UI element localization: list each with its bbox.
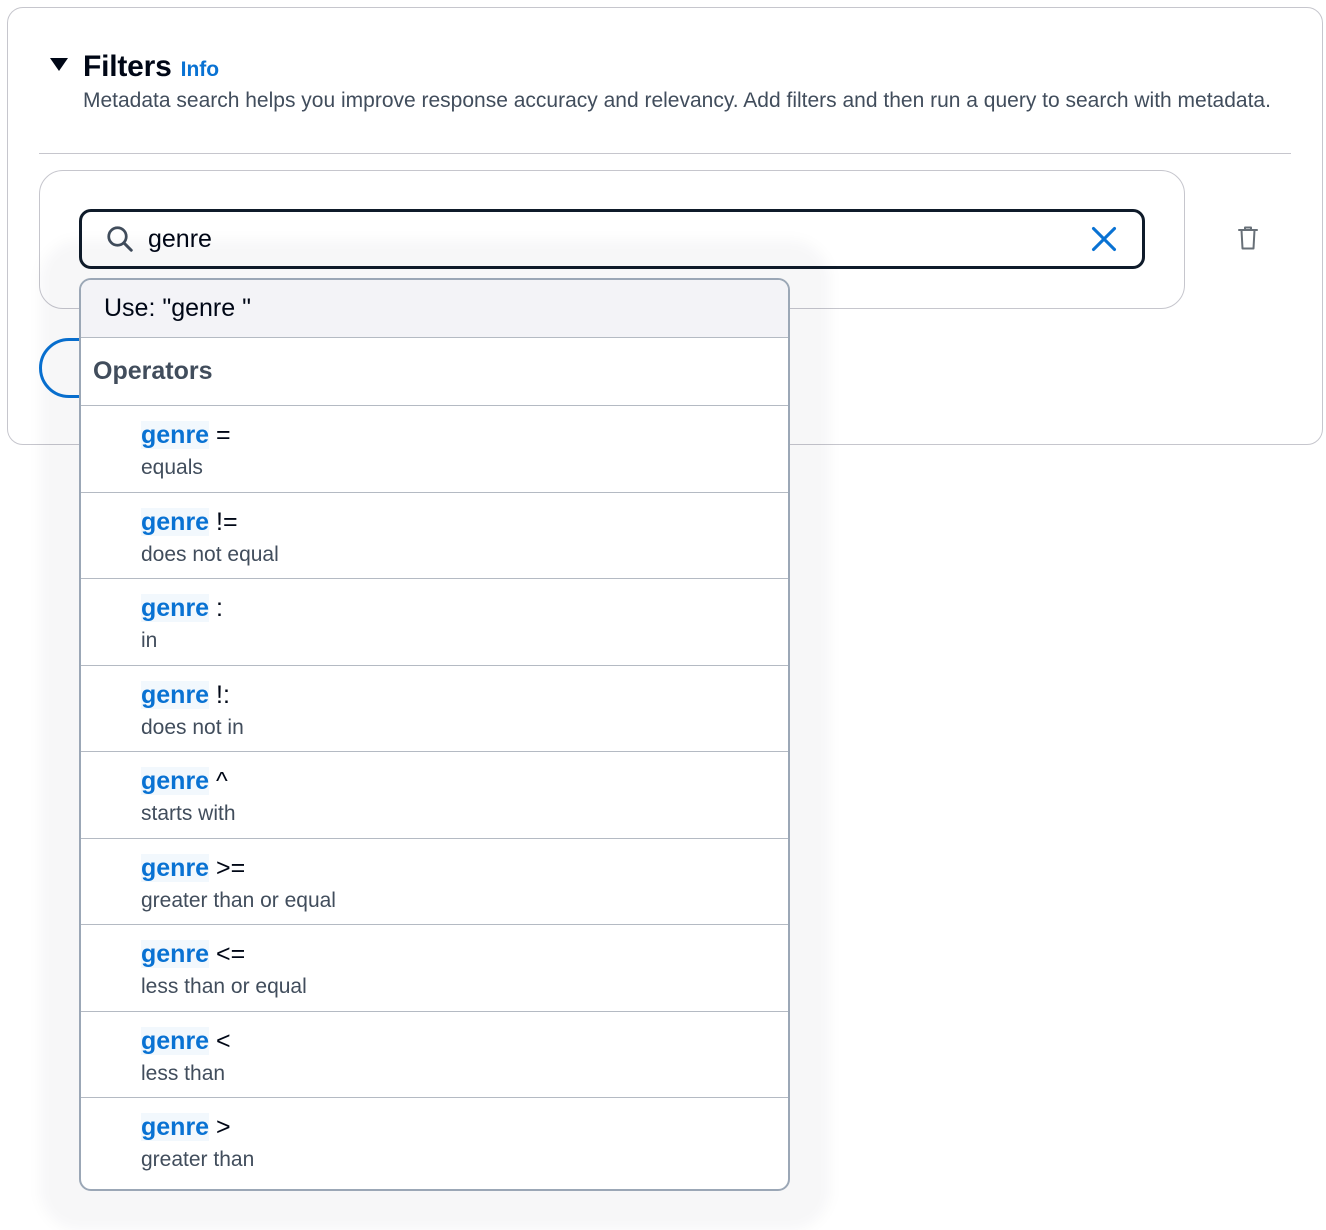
operator-option[interactable]: genre != does not equal [81,493,788,579]
option-label: genre <= [141,939,788,969]
option-operator: !: [209,680,230,709]
operator-option[interactable]: genre > greater than [81,1098,788,1185]
option-description: less than [141,1061,226,1085]
option-description: greater than or equal [141,888,336,912]
option-label: genre >= [141,853,788,883]
option-key: genre [141,940,210,968]
caret-down-icon[interactable] [50,58,68,71]
option-operator: <= [209,940,246,968]
operators-list: genre = equals genre != does not equal g… [81,406,788,1185]
operator-option[interactable]: genre !: does not in [81,666,788,752]
option-description: in [141,629,158,652]
operator-option[interactable]: genre >= greater than or equal [81,839,788,925]
option-key: genre [141,1113,210,1141]
operator-option[interactable]: genre ^ starts with [81,752,788,839]
option-description: does not in [141,715,244,739]
operators-group-header: Operators [81,338,788,406]
option-label: genre ^ [141,766,788,796]
option-key: genre [141,1026,210,1055]
option-key: genre [141,767,210,795]
option-key: genre [141,680,210,709]
filters-header[interactable]: Filters Info [50,50,219,84]
filters-description: Metadata search helps you improve respon… [83,89,1271,112]
option-operator: ^ [209,767,228,795]
option-key: genre [141,853,210,882]
info-link[interactable]: Info [181,58,219,82]
option-description: greater than [141,1148,255,1171]
option-operator: > [209,1113,231,1141]
operator-option[interactable]: genre = equals [81,406,788,493]
section-divider [39,153,1291,154]
close-icon[interactable] [1084,219,1124,259]
option-operator: = [209,421,231,449]
option-description: equals [141,456,203,479]
filters-title: Filters [83,50,172,83]
operator-option[interactable]: genre : in [81,579,788,666]
option-operator: >= [209,853,246,882]
option-label: genre : [141,593,788,623]
option-label: genre = [141,420,788,450]
option-label: genre < [141,1026,788,1056]
option-description: starts with [141,802,236,825]
option-operator: < [209,1026,231,1055]
option-description: less than or equal [141,975,307,998]
option-description: does not equal [141,542,279,566]
operator-option[interactable]: genre < less than [81,1012,788,1098]
use-value-option[interactable]: Use: "genre " [81,280,788,338]
option-label: genre > [141,1112,788,1142]
trash-icon[interactable] [1232,222,1264,254]
option-label: genre != [141,507,788,537]
operator-dropdown: Use: "genre " Operators genre = equals g… [79,278,790,1191]
option-key: genre [141,421,210,449]
option-key: genre [141,594,210,622]
option-operator: : [209,594,223,622]
option-label: genre !: [141,680,788,710]
option-key: genre [141,507,210,536]
operator-option[interactable]: genre <= less than or equal [81,925,788,1012]
option-operator: != [209,507,238,536]
